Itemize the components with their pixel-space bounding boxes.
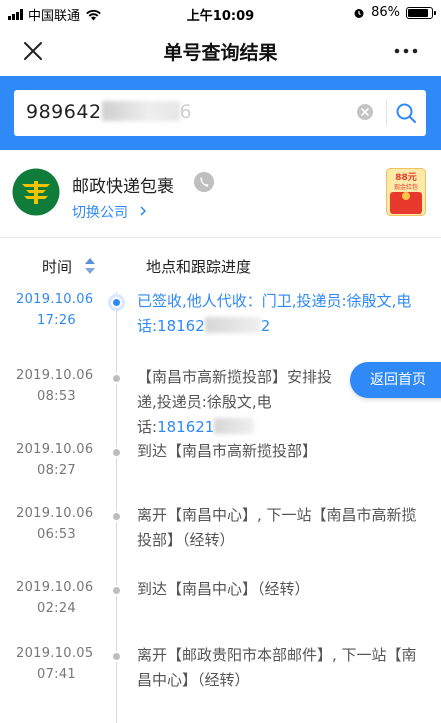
chevron-right-icon[interactable] xyxy=(138,205,148,217)
search-input[interactable]: 989642 6 xyxy=(14,90,426,136)
timeline-dot xyxy=(111,447,122,458)
event-description: 已签收,他人代收：门卫,投递员:徐殷文,电话:18162 2 xyxy=(137,289,427,339)
tracking-number-visible: 989642 xyxy=(26,101,102,123)
sort-icon[interactable] xyxy=(83,257,97,275)
event-description: 到达【南昌市高新揽投部】 xyxy=(137,442,318,460)
timeline-dot xyxy=(111,511,122,522)
event-date: 2019.10.06 xyxy=(16,506,94,521)
event-text-tail: 2 xyxy=(260,317,271,335)
event-date: 2019.10.06 xyxy=(16,442,94,457)
redaction-mask xyxy=(204,317,261,333)
event-text: 已签收,他人代收：门卫,投递员:徐殷文,电话:18162 xyxy=(137,292,412,335)
china-post-logo xyxy=(12,168,60,216)
event-description: 离开【邮政贵阳市本部邮件】, 下一站【南昌中心】（经转） xyxy=(137,646,417,689)
event-time: 07:41 xyxy=(37,667,76,682)
red-packet-banner[interactable]: 88元 现金红包 xyxy=(386,168,426,216)
search-divider xyxy=(386,100,387,126)
time-column-header[interactable]: 时间 xyxy=(42,256,72,277)
tracking-timeline: 2019.10.06 17:26 已签收,他人代收：门卫,投递员:徐殷文,电话:… xyxy=(0,284,441,723)
redaction-mask xyxy=(101,101,180,121)
timeline-dot xyxy=(111,651,122,662)
switch-company-link[interactable]: 切换公司 xyxy=(72,202,128,222)
status-right: 86% xyxy=(353,5,436,20)
event-date: 2019.10.05 xyxy=(16,646,94,661)
status-bar: 中国联通 上午10:09 86% xyxy=(0,0,441,26)
event-time: 02:24 xyxy=(37,601,76,616)
clear-icon[interactable] xyxy=(356,103,374,121)
event-description: 【南昌市高新揽投部】安排投递,投递员:徐殷文,电话:181621 xyxy=(137,365,347,440)
event-date: 2019.10.06 xyxy=(16,292,94,307)
search-bar: 989642 6 xyxy=(0,76,441,150)
company-card: 邮政快递包裹 切换公司 88元 现金红包 xyxy=(0,150,441,238)
event-time: 06:53 xyxy=(37,527,76,542)
page-title: 单号查询结果 xyxy=(163,42,278,64)
nav-bar: 单号查询结果 xyxy=(0,26,441,76)
event-date: 2019.10.06 xyxy=(16,580,94,595)
red-packet-amount: 88元 xyxy=(395,172,417,183)
event-description: 离开【南昌中心】, 下一站【南昌市高新揽投部】（经转） xyxy=(137,506,417,549)
alarm-icon xyxy=(354,8,364,18)
event-time: 08:53 xyxy=(37,389,76,404)
tracking-number-tail: 6 xyxy=(179,101,193,123)
redaction-mask xyxy=(214,418,255,434)
back-home-button[interactable]: 返回首页 xyxy=(350,362,441,398)
battery-percent: 86% xyxy=(371,5,400,20)
event-date: 2019.10.06 xyxy=(16,368,94,383)
timeline-dot xyxy=(111,373,122,384)
event-description: 到达【南昌中心】（经转） xyxy=(137,580,310,598)
timeline-header: 时间 地点和跟踪进度 xyxy=(0,248,441,284)
battery-fill xyxy=(408,8,428,17)
search-icon[interactable] xyxy=(394,101,418,125)
event-time: 17:26 xyxy=(37,313,76,328)
battery-icon xyxy=(406,6,436,19)
event-time: 08:27 xyxy=(37,463,76,478)
timeline-dot xyxy=(111,585,122,596)
progress-column-header: 地点和跟踪进度 xyxy=(146,258,252,276)
company-name: 邮政快递包裹 xyxy=(72,177,174,197)
phone-link[interactable]: 181621 xyxy=(157,418,214,436)
tracking-number[interactable]: 989642 6 xyxy=(26,101,192,123)
phone-icon[interactable] xyxy=(194,172,214,192)
red-packet-label: 现金红包 xyxy=(394,183,418,191)
timeline-dot xyxy=(111,297,122,308)
more-icon[interactable] xyxy=(393,40,419,62)
